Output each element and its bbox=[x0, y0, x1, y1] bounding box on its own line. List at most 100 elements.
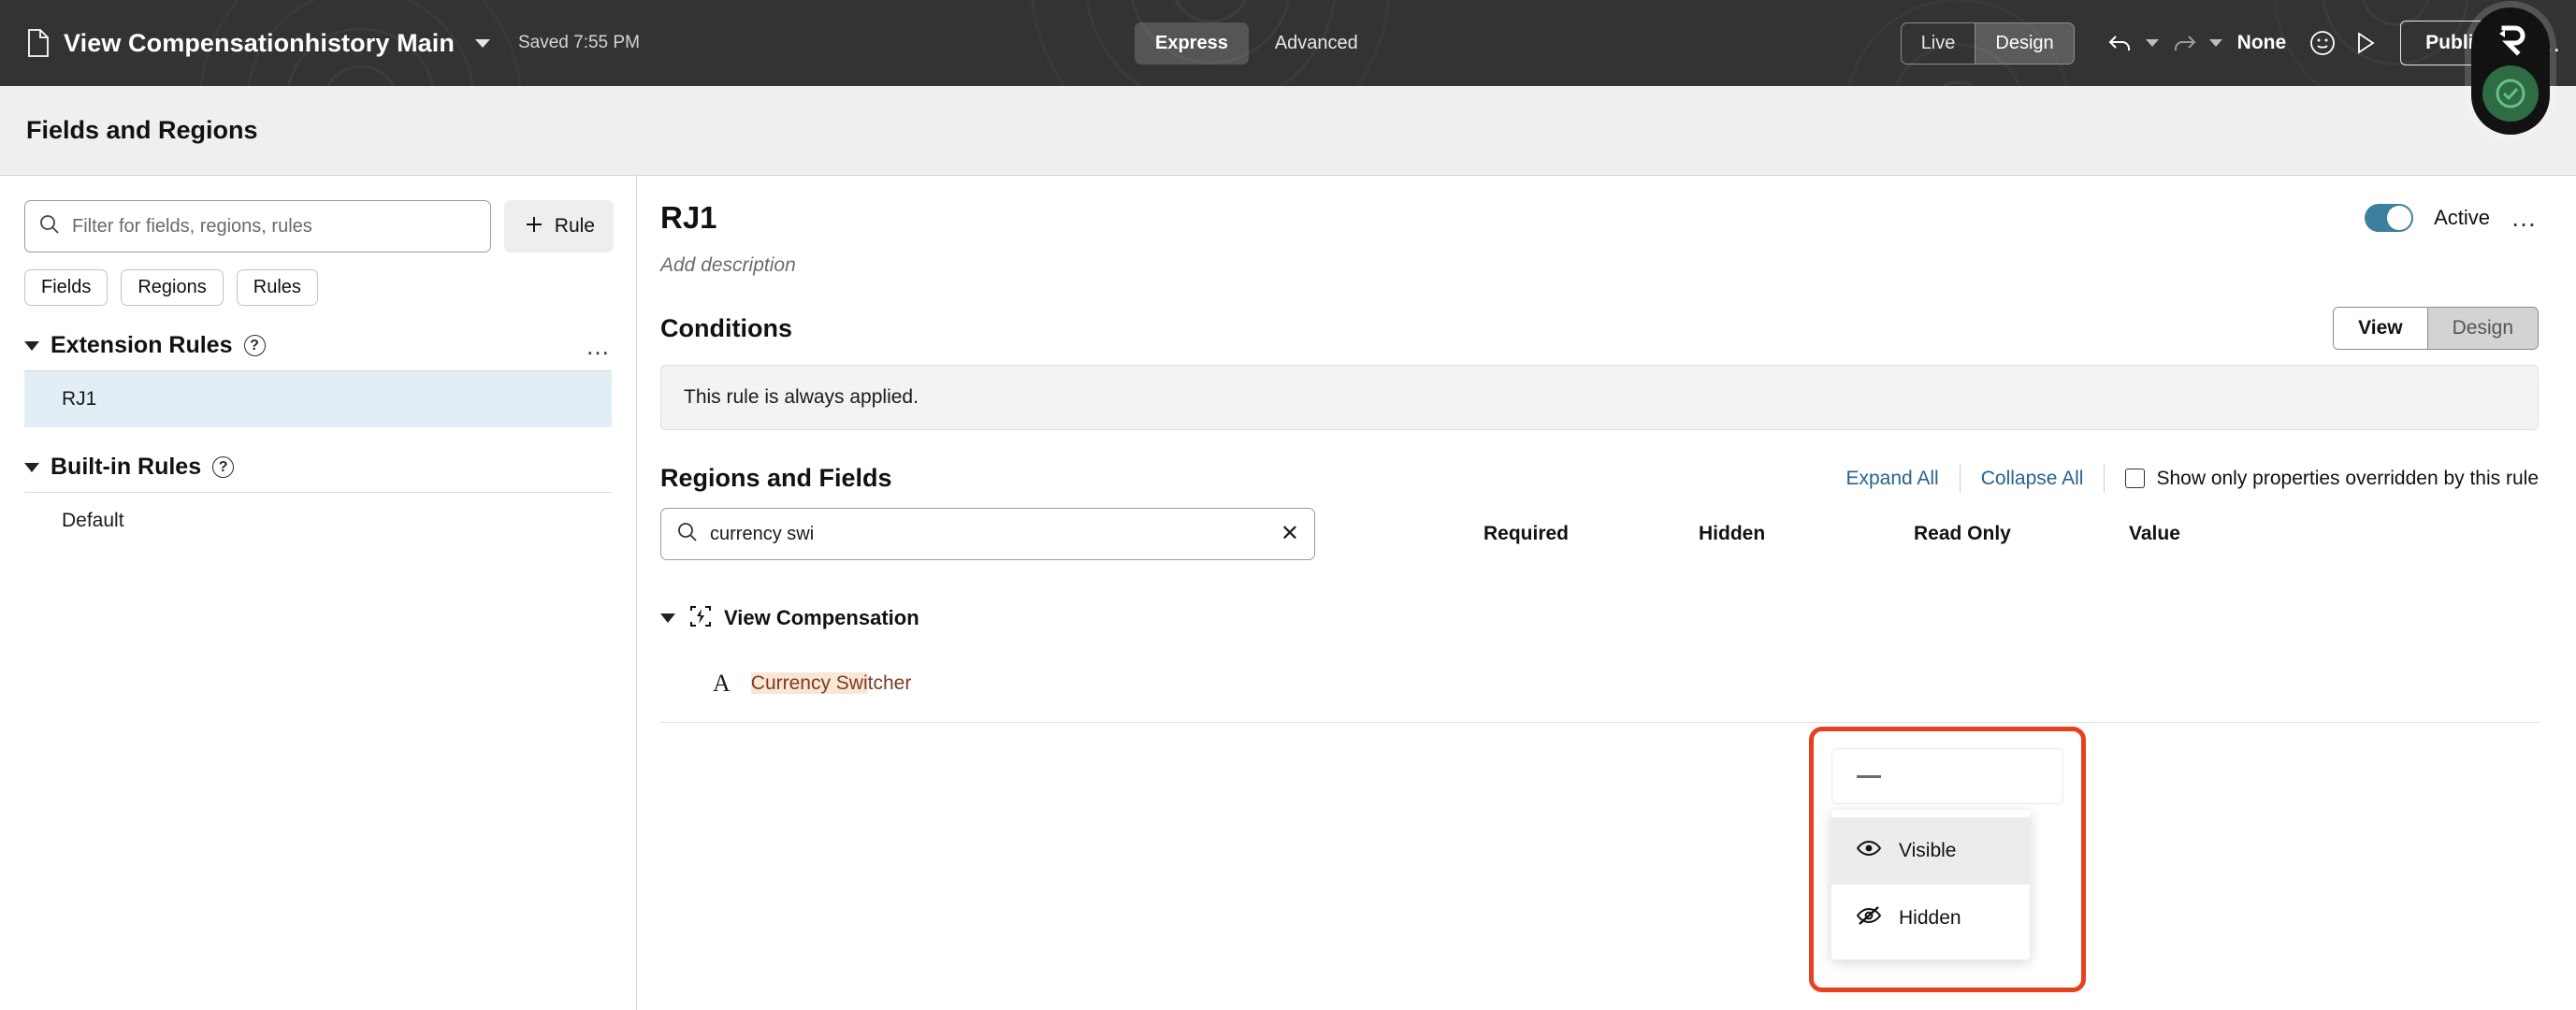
regions-fields-actions: Expand All Collapse All Show only proper… bbox=[1825, 464, 2539, 493]
sidebar-filter-chips: Fields Regions Rules bbox=[0, 252, 636, 306]
select-empty-dash bbox=[1857, 774, 1881, 778]
collapse-all-link[interactable]: Collapse All bbox=[1961, 468, 2105, 490]
column-header-required: Required bbox=[1483, 523, 1570, 544]
chip-rules[interactable]: Rules bbox=[236, 269, 318, 306]
conditions-heading: Conditions bbox=[660, 313, 792, 342]
rule-header-actions: Active … bbox=[2365, 204, 2539, 232]
redo-icon[interactable] bbox=[2163, 22, 2206, 65]
extension-rules-overflow-menu[interactable]: … bbox=[586, 334, 612, 358]
section-extension-rules: Extension Rules ? … RJ1 bbox=[0, 332, 636, 427]
active-toggle-label: Active bbox=[2434, 206, 2490, 229]
undo-icon[interactable] bbox=[2099, 22, 2142, 65]
expand-all-link[interactable]: Expand All bbox=[1825, 468, 1959, 490]
show-overridden-label: Show only properties overridden by this … bbox=[2156, 467, 2539, 489]
regions-fields-header-row: Regions and Fields Expand All Collapse A… bbox=[660, 464, 2539, 493]
smiley-face-icon[interactable] bbox=[2301, 22, 2344, 65]
hidden-property-dropdown-menu: Visible Hidden bbox=[1831, 810, 2030, 960]
rule-description-placeholder[interactable]: Add description bbox=[660, 254, 2539, 277]
document-icon bbox=[26, 29, 51, 57]
recorder-check-circle-icon[interactable] bbox=[2482, 65, 2539, 122]
builtin-rules-title: Built-in Rules bbox=[51, 454, 202, 480]
plus-icon bbox=[523, 213, 545, 240]
extension-rules-collapse-triangle-icon[interactable] bbox=[24, 340, 39, 351]
extension-rules-title: Extension Rules bbox=[51, 332, 233, 358]
field-label: Currency Switcher bbox=[750, 671, 912, 695]
show-overridden-checkbox-box bbox=[2125, 469, 2146, 488]
sidebar-filter-input-wrap[interactable] bbox=[24, 200, 491, 252]
conditions-header-row: Conditions View Design bbox=[660, 307, 2539, 350]
active-toggle[interactable] bbox=[2365, 204, 2414, 232]
conditions-message-panel: This rule is always applied. bbox=[660, 365, 2539, 430]
document-title-chevron-down-icon[interactable] bbox=[474, 38, 490, 48]
segment-design[interactable]: Design bbox=[1975, 22, 2074, 64]
document-title: View Compensationhistory Main bbox=[64, 28, 455, 57]
column-header-value: Value bbox=[2129, 523, 2180, 544]
column-header-readonly: Read Only bbox=[1914, 523, 2011, 544]
sidebar-item-default[interactable]: Default bbox=[24, 493, 612, 549]
dropdown-option-visible-label: Visible bbox=[1899, 840, 1957, 861]
field-search-clear-x-icon[interactable]: ✕ bbox=[1281, 523, 1299, 545]
section-builtin-rules: Built-in Rules ? Default bbox=[0, 454, 636, 549]
sidebar-filter-input[interactable] bbox=[72, 215, 477, 238]
region-lightning-icon bbox=[688, 604, 713, 633]
chip-fields[interactable]: Fields bbox=[24, 269, 109, 306]
page-title: Fields and Regions bbox=[26, 116, 258, 144]
topbar-left-group: View Compensationhistory Main Saved 7:55… bbox=[0, 29, 640, 58]
tab-express[interactable]: Express bbox=[1135, 22, 1249, 65]
rule-header: RJ1 Active … bbox=[660, 200, 2539, 236]
top-app-bar: View Compensationhistory Main Saved 7:55… bbox=[0, 0, 2576, 86]
hidden-property-select[interactable] bbox=[1831, 748, 2063, 804]
field-label-match: Currency Swi bbox=[750, 671, 868, 694]
builtin-rules-collapse-triangle-icon[interactable] bbox=[24, 462, 39, 472]
builtin-rules-header: Built-in Rules ? bbox=[24, 454, 612, 492]
column-header-hidden: Hidden bbox=[1699, 523, 1766, 544]
tree-row-field[interactable]: A Currency Switcher bbox=[660, 644, 2539, 723]
theme-none-label[interactable]: None bbox=[2237, 32, 2287, 54]
show-overridden-checkbox[interactable]: Show only properties overridden by this … bbox=[2105, 468, 2539, 490]
screen-recorder-widget[interactable] bbox=[2471, 7, 2550, 135]
field-label-rest: tcher bbox=[867, 671, 912, 694]
text-field-a-icon: A bbox=[713, 669, 731, 697]
eye-off-icon bbox=[1856, 905, 1882, 931]
live-design-toggle: Live Design bbox=[1900, 22, 2075, 65]
conditions-segment-view[interactable]: View bbox=[2334, 308, 2427, 349]
page-subheader: Fields and Regions bbox=[0, 86, 2576, 176]
sidebar-filter-row: Rule bbox=[0, 176, 636, 252]
builtin-rules-help-circle-icon[interactable]: ? bbox=[212, 456, 235, 478]
main-content: RJ1 Active … Add description Conditions … bbox=[638, 176, 2576, 1010]
region-label: View Compensation bbox=[724, 606, 919, 629]
dropdown-option-visible[interactable]: Visible bbox=[1831, 817, 2030, 885]
conditions-segment-design[interactable]: Design bbox=[2426, 308, 2538, 349]
region-collapse-triangle-icon[interactable] bbox=[660, 613, 675, 623]
field-search-row: ✕ Required Hidden Read Only Value bbox=[660, 508, 2539, 560]
add-rule-label: Rule bbox=[554, 215, 595, 237]
active-toggle-knob bbox=[2387, 206, 2412, 230]
eye-icon bbox=[1856, 838, 1882, 864]
extension-rules-help-circle-icon[interactable]: ? bbox=[243, 335, 266, 356]
undo-chevron-down-icon[interactable] bbox=[2145, 39, 2159, 47]
rule-overflow-menu[interactable]: … bbox=[2511, 205, 2539, 231]
tree-row-region[interactable]: View Compensation bbox=[660, 592, 2539, 644]
dropdown-option-hidden[interactable]: Hidden bbox=[1831, 885, 2030, 952]
tab-advanced[interactable]: Advanced bbox=[1254, 22, 1379, 65]
field-search-input[interactable] bbox=[710, 523, 1269, 545]
redo-chevron-down-icon[interactable] bbox=[2208, 39, 2222, 47]
field-search-wrap[interactable]: ✕ bbox=[660, 508, 1315, 560]
search-icon bbox=[38, 213, 61, 240]
extension-rules-header: Extension Rules ? … bbox=[24, 332, 612, 370]
play-preview-icon[interactable] bbox=[2344, 22, 2387, 65]
regions-fields-heading: Regions and Fields bbox=[660, 464, 892, 492]
mode-tabs: Express Advanced bbox=[1135, 22, 1379, 65]
rule-title: RJ1 bbox=[660, 200, 717, 235]
dropdown-option-hidden-label: Hidden bbox=[1899, 907, 1961, 929]
chip-regions[interactable]: Regions bbox=[121, 269, 224, 306]
field-search-icon bbox=[676, 521, 699, 548]
conditions-view-design-toggle: View Design bbox=[2333, 307, 2539, 350]
property-column-headers: Required Hidden Read Only Value bbox=[1483, 523, 2344, 545]
recorder-r-logo-icon bbox=[2490, 19, 2531, 60]
sidebar-item-rj1[interactable]: RJ1 bbox=[24, 371, 612, 427]
saved-status: Saved 7:55 PM bbox=[517, 33, 640, 52]
segment-live[interactable]: Live bbox=[1902, 23, 1975, 64]
regions-fields-tree: View Compensation A Currency Switcher bbox=[660, 592, 2539, 723]
add-rule-button[interactable]: Rule bbox=[503, 200, 614, 252]
